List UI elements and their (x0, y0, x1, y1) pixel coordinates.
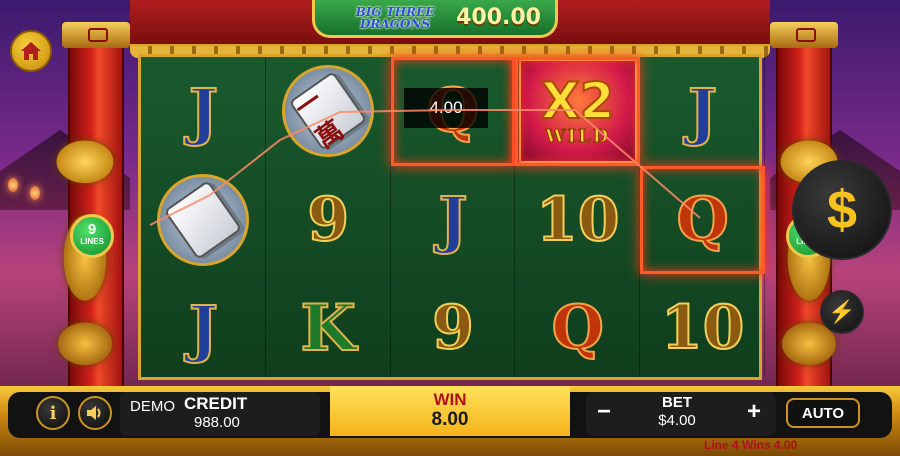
win-panel: WIN 8.00 (330, 386, 570, 436)
info-button[interactable]: i (36, 396, 70, 430)
sound-button[interactable] (78, 396, 112, 430)
line-wins-text: Line 4 Wins 4.00 (704, 438, 798, 452)
lightning-icon: ⚡ (828, 299, 856, 324)
turbo-button[interactable]: ⚡ (820, 290, 864, 334)
info-icon: i (49, 402, 57, 424)
bet-increase-button[interactable]: + (740, 398, 768, 426)
credit-label: CREDIT (184, 394, 248, 413)
win-label: WIN (433, 390, 467, 409)
auto-spin-button[interactable]: AUTO (786, 398, 860, 428)
win-value: 8.00 (431, 409, 469, 430)
credit-value: 988.00 (194, 414, 240, 431)
bet-label: BET (662, 394, 692, 411)
spin-button[interactable]: $ (792, 160, 892, 260)
demo-label: DEMO (130, 398, 175, 415)
dollar-icon: $ (826, 180, 858, 240)
bet-decrease-button[interactable]: − (590, 398, 618, 426)
bet-value: $4.00 (658, 412, 696, 429)
speaker-icon (87, 406, 101, 420)
